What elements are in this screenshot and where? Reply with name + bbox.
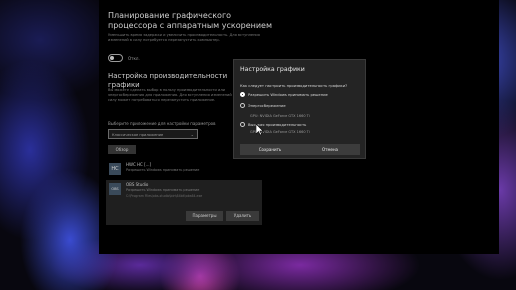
hw-scheduling-description: Уменьшить время задержки и увеличить про… bbox=[108, 33, 260, 42]
browse-button[interactable]: Обзор bbox=[108, 145, 136, 154]
dialog-question: Как следует настроить производительность… bbox=[240, 84, 348, 88]
cancel-button[interactable]: Отмена bbox=[300, 144, 360, 155]
gpu-power-saving-label: GPU: NVIDIA GeForce GTX 1660 Ti bbox=[250, 114, 310, 118]
remove-button[interactable]: Удалить bbox=[226, 211, 259, 221]
obs-icon: OBS bbox=[109, 183, 121, 195]
app-name: HWC HC [...] bbox=[126, 162, 152, 167]
option-let-windows-decide[interactable]: Разрешить Windows принимать решение bbox=[240, 92, 328, 97]
chevron-down-icon: ⌄ bbox=[190, 132, 194, 137]
radio-unchecked-icon[interactable] bbox=[240, 103, 245, 108]
app-name: OBS Studio bbox=[126, 182, 149, 187]
app-list-item-selected[interactable]: OBS OBS Studio Разрешить Windows принима… bbox=[106, 180, 262, 225]
app-path: C:\Program Files\obs-studio\bin\64bit\ob… bbox=[126, 194, 203, 198]
option-label: Разрешить Windows принимать решение bbox=[248, 92, 328, 97]
radio-checked-icon[interactable] bbox=[240, 92, 245, 97]
save-button[interactable]: Сохранить bbox=[240, 144, 300, 155]
radio-unchecked-icon[interactable] bbox=[240, 122, 245, 127]
app-type-select-label: Выберите приложение для настройки параме… bbox=[108, 121, 216, 126]
option-label: Энергосбережение bbox=[248, 103, 286, 108]
app-type-select-value: Классическое приложение bbox=[112, 133, 164, 137]
hw-scheduling-toggle-row[interactable]: Откл. bbox=[108, 54, 140, 62]
option-power-saving[interactable]: Энергосбережение bbox=[240, 103, 286, 108]
app-list-item[interactable]: HC HWC HC [...] Разрешить Windows приним… bbox=[106, 160, 256, 180]
graphics-settings-dialog: Настройка графики Как следует настроить … bbox=[233, 59, 366, 159]
hw-scheduling-heading: Планирование графического процессора с а… bbox=[108, 11, 273, 30]
app-gpu-preference: Разрешить Windows принимать решение bbox=[126, 188, 200, 192]
toggle-state-label: Откл. bbox=[128, 55, 140, 61]
dialog-title: Настройка графики bbox=[240, 66, 305, 73]
perf-settings-description: Вы можете сделать выбор в пользу произво… bbox=[108, 88, 235, 102]
app-icon: HC bbox=[109, 163, 121, 175]
hw-scheduling-toggle[interactable] bbox=[108, 54, 123, 62]
option-high-performance[interactable]: Высокая производительность bbox=[240, 122, 306, 127]
app-type-select[interactable]: Классическое приложение ⌄ bbox=[108, 129, 198, 139]
mouse-cursor-icon bbox=[256, 124, 264, 136]
app-gpu-preference: Разрешить Windows принимать решение bbox=[126, 168, 200, 172]
parameters-button[interactable]: Параметры bbox=[186, 211, 223, 221]
